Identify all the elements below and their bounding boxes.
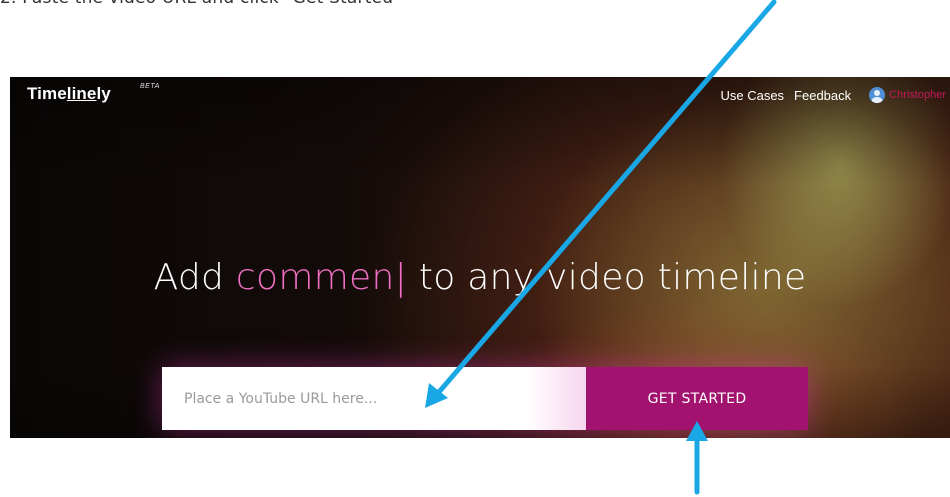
get-started-button[interactable]: GET STARTED bbox=[586, 367, 808, 430]
user-menu[interactable]: Christopher bbox=[869, 87, 946, 103]
user-name: Christopher bbox=[889, 89, 946, 101]
headline-pre: Add bbox=[153, 257, 236, 298]
url-form: GET STARTED bbox=[162, 367, 808, 430]
timelinely-screenshot: Timelinely BETA Use Cases Feedback Chris… bbox=[10, 77, 950, 438]
logo-part-ly: ly bbox=[96, 84, 111, 103]
beta-badge: BETA bbox=[140, 83, 160, 90]
typing-cursor: | bbox=[394, 257, 408, 298]
logo-part-line: line bbox=[66, 84, 97, 103]
headline-post: to any video timeline bbox=[407, 257, 807, 298]
tutorial-caption: 2. Paste the video URL and click "Get St… bbox=[0, 0, 950, 8]
nav-feedback[interactable]: Feedback bbox=[794, 88, 851, 103]
nav-use-cases[interactable]: Use Cases bbox=[720, 88, 784, 103]
hero-headline: Add commen| to any video timeline bbox=[10, 257, 950, 298]
top-nav: Use Cases Feedback Christopher bbox=[720, 87, 946, 103]
site-logo[interactable]: Timelinely bbox=[27, 84, 111, 104]
headline-accent-word: commen bbox=[235, 257, 395, 298]
youtube-url-input[interactable] bbox=[162, 367, 586, 430]
logo-part-time: Time bbox=[27, 84, 67, 103]
page: 2. Paste the video URL and click "Get St… bbox=[0, 0, 950, 497]
user-avatar-icon bbox=[869, 87, 886, 103]
